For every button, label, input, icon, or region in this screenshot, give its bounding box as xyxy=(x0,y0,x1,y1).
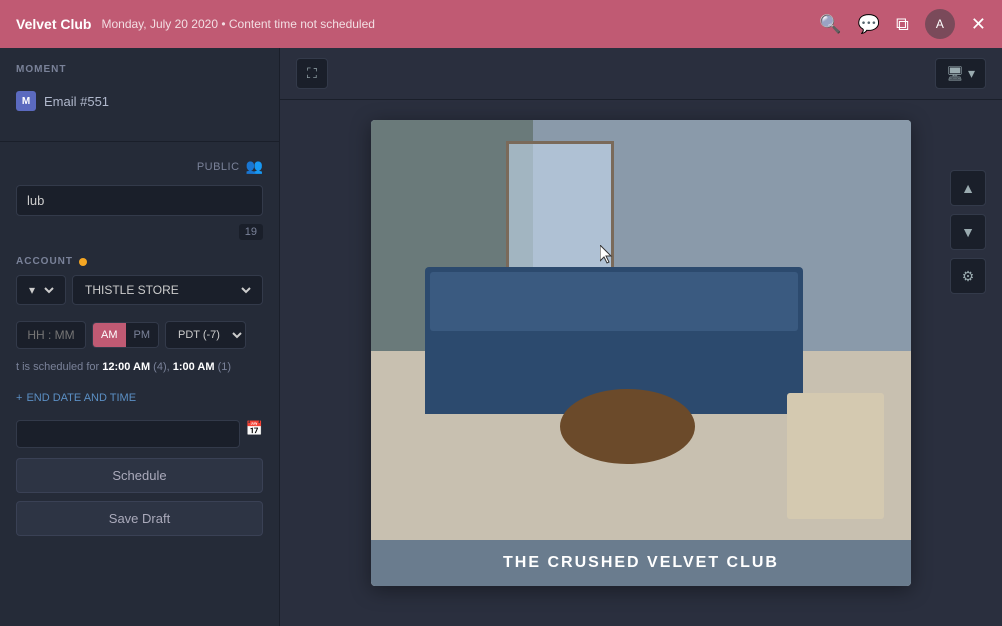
divider-1 xyxy=(0,141,279,142)
account-name-select[interactable]: THISTLE STORE xyxy=(72,275,263,305)
email-hero-image xyxy=(371,120,911,540)
preview-content: THE CRUSHED VELVET CLUB ▲ ▼ ⚙ xyxy=(280,100,1002,626)
topbar: Velvet Club Monday, July 20 2020 • Conte… xyxy=(0,0,1002,48)
up-arrow-icon: ▲ xyxy=(961,180,975,196)
account-row: ACCOUNT xyxy=(0,256,279,267)
account-label: ACCOUNT xyxy=(16,256,73,267)
schedule-time-1: 12:00 AM xyxy=(102,361,150,373)
sidebar: MOMENT M Email #551 PUBLIC 👥 19 ACCOUNT … xyxy=(0,48,280,626)
gear-icon: ⚙ xyxy=(962,268,975,285)
account-status-dot xyxy=(79,258,87,266)
chat-icon[interactable]: 💬 xyxy=(858,14,880,35)
chevron-down-icon: ▾ xyxy=(968,65,975,82)
settings-button[interactable]: ⚙ xyxy=(950,258,986,294)
timezone-select[interactable]: PDT (-7) xyxy=(165,321,246,349)
chair xyxy=(787,393,884,519)
avatar[interactable]: A xyxy=(925,9,955,39)
email-caption: THE CRUSHED VELVET CLUB xyxy=(371,540,911,586)
room-scene xyxy=(371,120,911,540)
end-date-toggle[interactable]: + END DATE AND TIME xyxy=(0,392,279,404)
ampm-group: AM PM xyxy=(92,322,159,348)
people-icon: 👥 xyxy=(246,158,263,175)
schedule-count-1: (4), xyxy=(153,361,170,373)
scroll-up-button[interactable]: ▲ xyxy=(950,170,986,206)
time-row: AM PM PDT (-7) xyxy=(0,321,279,349)
topbar-meta: Monday, July 20 2020 • Content time not … xyxy=(101,17,374,31)
expand-icon: ⛶ xyxy=(307,65,317,82)
am-button[interactable]: AM xyxy=(93,323,126,347)
date-input-row: 📅 xyxy=(0,420,279,448)
email-preview: THE CRUSHED VELVET CLUB xyxy=(371,120,911,586)
preview-toolbar-right: 🖥 ▾ xyxy=(935,58,986,89)
monitor-icon: 🖥 xyxy=(946,65,964,82)
scroll-down-button[interactable]: ▼ xyxy=(950,214,986,250)
save-draft-button[interactable]: Save Draft xyxy=(16,501,263,536)
close-icon[interactable]: ✕ xyxy=(971,14,986,35)
time-input[interactable] xyxy=(16,321,86,349)
schedule-note: t is scheduled for 12:00 AM (4), 1:00 AM… xyxy=(0,359,279,376)
search-icon[interactable]: 🔍 xyxy=(819,14,841,35)
schedule-time-2: 1:00 AM xyxy=(173,361,215,373)
topbar-right: 🔍 💬 ⧉ A ✕ xyxy=(819,9,986,39)
public-row: PUBLIC 👥 xyxy=(0,158,279,175)
moment-section: MOMENT M Email #551 xyxy=(0,64,279,133)
moment-label: MOMENT xyxy=(16,64,263,75)
moment-email-label: Email #551 xyxy=(44,94,109,109)
plus-icon: + xyxy=(16,392,22,404)
content-input-group xyxy=(0,185,279,216)
end-date-input[interactable] xyxy=(16,420,240,448)
char-count-badge: 19 xyxy=(239,224,263,240)
email-caption-text: THE CRUSHED VELVET CLUB xyxy=(503,554,779,571)
topbar-left: Velvet Club Monday, July 20 2020 • Conte… xyxy=(16,16,375,32)
down-arrow-icon: ▼ xyxy=(961,224,975,240)
moment-item: M Email #551 xyxy=(16,85,263,117)
preview-toolbar-left: ⛶ xyxy=(296,58,328,89)
preview-toolbar: ⛶ 🖥 ▾ xyxy=(280,48,1002,100)
schedule-button[interactable]: Schedule xyxy=(16,458,263,493)
account-type-select[interactable]: ▾ xyxy=(16,275,66,305)
expand-button[interactable]: ⛶ xyxy=(296,58,328,89)
moment-type-icon: M xyxy=(16,91,36,111)
end-date-label-text: END DATE AND TIME xyxy=(26,392,136,404)
content-text-input[interactable] xyxy=(16,185,263,216)
coffee-table xyxy=(560,389,695,465)
main-layout: MOMENT M Email #551 PUBLIC 👥 19 ACCOUNT … xyxy=(0,48,1002,626)
account-type-dropdown[interactable]: ▾ xyxy=(25,282,57,298)
account-select-row: ▾ THISTLE STORE xyxy=(0,275,279,305)
schedule-count-2: (1) xyxy=(218,361,231,373)
preview-area: ⛶ 🖥 ▾ xyxy=(280,48,1002,626)
app-brand: Velvet Club xyxy=(16,16,91,32)
input-count-row: 19 xyxy=(0,224,279,240)
public-label: PUBLIC xyxy=(197,161,240,173)
account-name-dropdown[interactable]: THISTLE STORE xyxy=(81,282,254,298)
calendar-icon[interactable]: 📅 xyxy=(246,420,263,448)
monitor-button[interactable]: 🖥 ▾ xyxy=(935,58,986,89)
copy-icon[interactable]: ⧉ xyxy=(896,14,909,35)
sidebar-actions: Schedule Save Draft xyxy=(0,458,279,536)
preview-side-controls: ▲ ▼ ⚙ xyxy=(950,170,986,294)
pm-button[interactable]: PM xyxy=(126,323,159,347)
